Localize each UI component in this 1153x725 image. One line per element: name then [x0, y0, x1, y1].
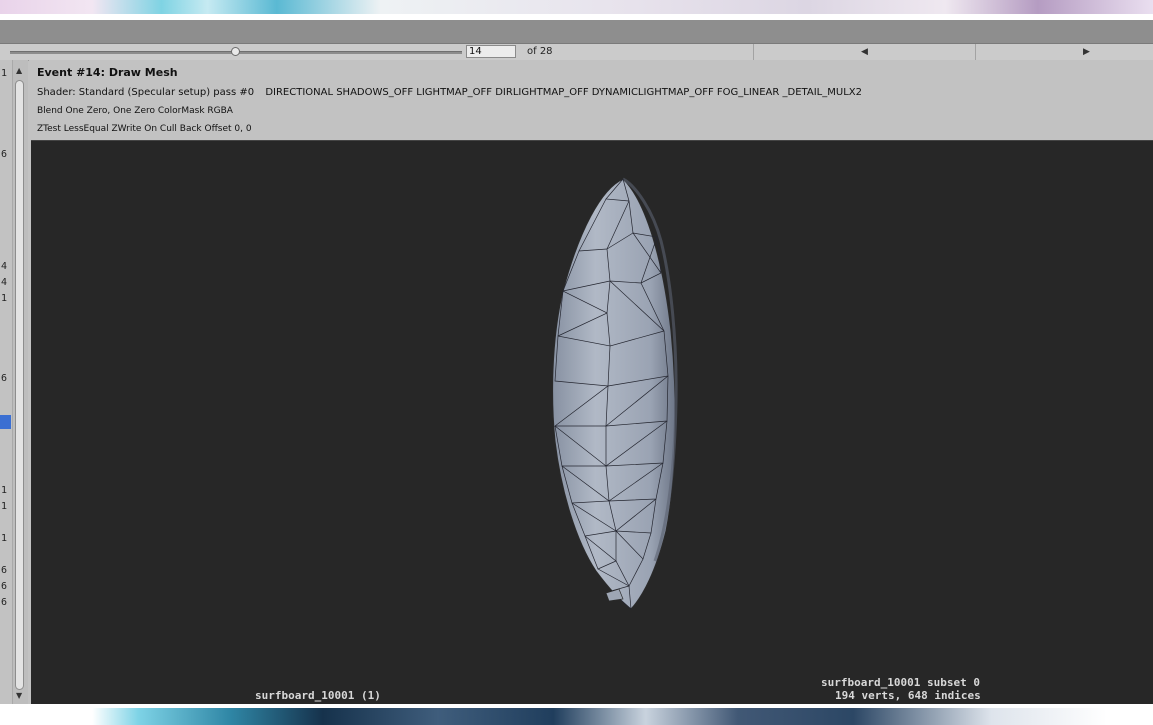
desktop-wallpaper-bottom [0, 708, 1153, 725]
desktop-wallpaper-top [0, 0, 1153, 14]
gutter-number: 1 [1, 485, 8, 496]
gutter-number: 6 [1, 149, 8, 160]
mesh-stats-label: 194 verts, 648 indices [835, 689, 981, 702]
event-index-field[interactable]: 14 [466, 45, 516, 58]
event-details-panel: Event #14: Draw Mesh Shader: Standard (S… [29, 60, 1153, 139]
event-total-label: of 28 [527, 46, 553, 57]
mesh-name-label: surfboard_10001 (1) [255, 689, 381, 702]
gutter-number: 1 [1, 293, 8, 304]
subset-label: surfboard_10001 subset 0 [821, 676, 980, 689]
surfboard-mesh-preview [552, 177, 678, 610]
mesh-preview-viewport[interactable]: surfboard_10001 (1) surfboard_10001 subs… [31, 140, 1153, 704]
scroll-down-arrow-icon[interactable]: ▼ [16, 691, 22, 700]
event-list-gutter: 1 6 4 4 1 6 1 1 1 6 6 6 [0, 60, 12, 705]
gutter-number: 4 [1, 261, 8, 272]
shader-keywords: DIRECTIONAL SHADOWS_OFF LIGHTMAP_OFF DIR… [265, 87, 862, 98]
gutter-number: 1 [1, 68, 8, 79]
gutter-number: 6 [1, 373, 8, 384]
gutter-number: 1 [1, 501, 8, 512]
toolbar-area [0, 20, 1153, 44]
left-triangle-icon: ◀ [861, 47, 868, 57]
blend-state: Blend One Zero, One Zero ColorMask RGBA [37, 106, 233, 116]
right-triangle-icon: ▶ [1083, 47, 1090, 57]
gutter-number: 4 [1, 277, 8, 288]
gutter-number: 6 [1, 581, 8, 592]
vertical-scrollbar[interactable]: ▲ ▼ [12, 60, 28, 705]
selected-event-highlight[interactable] [0, 415, 11, 429]
shader-info: Shader: Standard (Specular setup) pass #… [37, 87, 870, 98]
surfboard-outline [552, 178, 676, 610]
shader-label: Shader: Standard (Specular setup) pass #… [37, 87, 255, 98]
event-title: Event #14: Draw Mesh [37, 66, 178, 79]
event-scrubber-bar: 14 of 28 ◀ ▶ [0, 44, 1153, 61]
scrollbar-thumb[interactable] [15, 80, 24, 690]
gutter-number: 1 [1, 533, 8, 544]
gutter-number: 6 [1, 565, 8, 576]
gutter-number: 6 [1, 597, 8, 608]
previous-event-button[interactable]: ◀ [753, 44, 976, 60]
depth-state: ZTest LessEqual ZWrite On Cull Back Offs… [37, 124, 252, 134]
event-slider-thumb[interactable] [231, 47, 240, 56]
next-event-button[interactable]: ▶ [975, 44, 1153, 60]
scroll-up-arrow-icon[interactable]: ▲ [16, 66, 22, 75]
